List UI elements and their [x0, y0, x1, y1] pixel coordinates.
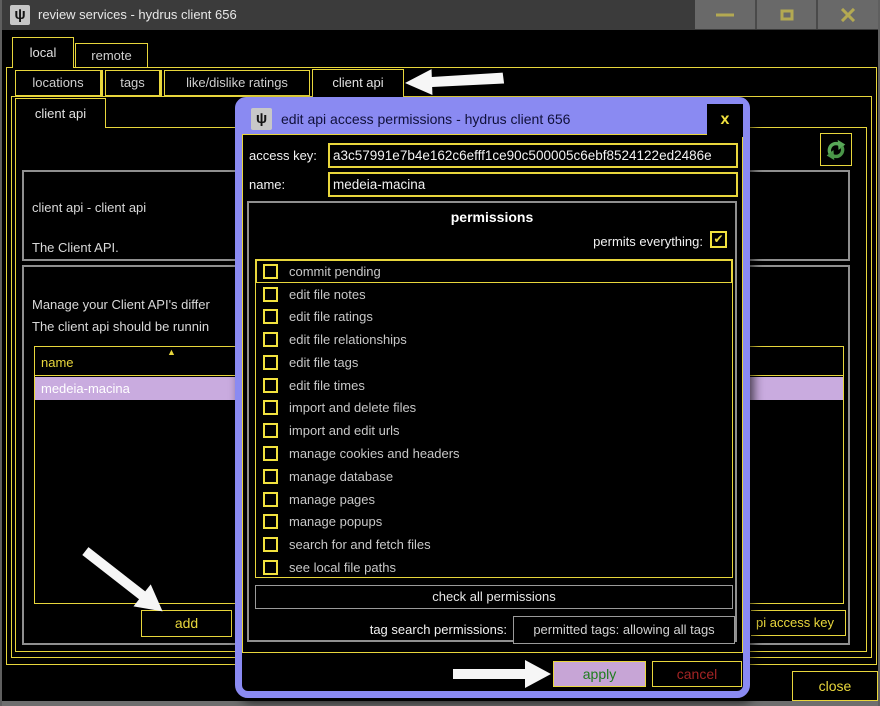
permission-checkbox[interactable]: [263, 423, 278, 438]
manage-text-line2: The client api should be runnin: [32, 319, 209, 334]
dialog-titlebar: ψ edit api access permissions - hydrus c…: [242, 104, 743, 135]
edit-api-access-permissions-dialog: ψ edit api access permissions - hydrus c…: [235, 97, 750, 698]
tab-local[interactable]: local: [12, 37, 74, 68]
close-button[interactable]: close: [792, 671, 878, 701]
dialog-title: edit api access permissions - hydrus cli…: [281, 104, 570, 135]
permission-label: edit file tags: [289, 355, 358, 370]
column-header-label: name: [41, 355, 74, 370]
cancel-button[interactable]: cancel: [652, 661, 742, 687]
refresh-icon: [825, 138, 847, 162]
permission-item[interactable]: edit file notes: [256, 283, 732, 306]
permission-label: manage database: [289, 469, 393, 484]
permission-checkbox[interactable]: [263, 514, 278, 529]
minimize-button[interactable]: [695, 0, 755, 29]
permission-label: see local file paths: [289, 560, 396, 575]
tab-tags[interactable]: tags: [105, 70, 162, 96]
permission-label: edit file times: [289, 378, 365, 393]
permission-checkbox[interactable]: [263, 309, 278, 324]
permissions-group-title: permissions: [249, 209, 735, 225]
permission-checkbox[interactable]: [263, 287, 278, 302]
permissions-group: permissions permits everything: ✔ commit…: [247, 201, 737, 642]
tag-search-permissions-button[interactable]: permitted tags: allowing all tags: [513, 616, 735, 644]
permission-item[interactable]: see local file paths: [256, 556, 732, 578]
window-titlebar: ψ review services - hydrus client 656: [2, 0, 878, 30]
permission-checkbox[interactable]: [263, 378, 278, 393]
apply-button[interactable]: apply: [553, 661, 646, 687]
check-all-permissions-button[interactable]: check all permissions: [255, 585, 733, 609]
tab-remote[interactable]: remote: [75, 43, 148, 68]
permits-everything-checkbox[interactable]: ✔: [710, 231, 727, 248]
permission-label: commit pending: [289, 264, 381, 279]
name-field[interactable]: medeia-macina: [328, 172, 738, 197]
permission-item[interactable]: manage cookies and headers: [256, 442, 732, 465]
hydrus-app-icon: ψ: [251, 108, 272, 130]
window-title: review services - hydrus client 656: [38, 0, 237, 30]
maximize-button[interactable]: [757, 0, 817, 29]
permissions-list: commit pending edit file notes edit file…: [255, 259, 733, 578]
checkmark-icon: ✔: [712, 233, 725, 246]
dialog-content-panel: access key: a3c57991e7b4e162c6efff1ce90c…: [242, 134, 743, 653]
permission-label: manage popups: [289, 514, 382, 529]
access-key-field[interactable]: a3c57991e7b4e162c6efff1ce90c500005c6ebf8…: [328, 143, 738, 168]
permission-item[interactable]: edit file tags: [256, 351, 732, 374]
permission-label: import and edit urls: [289, 423, 400, 438]
permission-label: edit file notes: [289, 287, 366, 302]
minimize-icon: [716, 13, 734, 16]
sort-ascending-icon: ▲: [167, 347, 176, 357]
window-bottom-border: [2, 701, 878, 706]
permission-label: edit file relationships: [289, 332, 407, 347]
permission-checkbox[interactable]: [263, 446, 278, 461]
refresh-button[interactable]: [820, 133, 852, 166]
service-description-text: The Client API.: [32, 240, 119, 255]
access-key-label: access key:: [249, 148, 317, 163]
tab-like-dislike-ratings[interactable]: like/dislike ratings: [164, 70, 310, 96]
permission-checkbox[interactable]: [263, 560, 278, 575]
permission-checkbox[interactable]: [263, 537, 278, 552]
permission-label: edit file ratings: [289, 309, 373, 324]
maximize-icon: [780, 9, 793, 20]
permission-checkbox[interactable]: [263, 492, 278, 507]
name-label: name:: [249, 177, 285, 192]
permission-checkbox[interactable]: [263, 264, 278, 279]
permission-label: import and delete files: [289, 400, 416, 415]
permission-item[interactable]: import and edit urls: [256, 419, 732, 442]
service-name-text: client api - client api: [32, 200, 146, 215]
window-controls: [695, 0, 878, 29]
tab-client-api-service[interactable]: client api: [15, 98, 106, 128]
permission-item[interactable]: search for and fetch files: [256, 533, 732, 556]
api-access-key-button-partial[interactable]: pi access key: [751, 610, 846, 636]
permission-label: manage cookies and headers: [289, 446, 460, 461]
permission-item[interactable]: commit pending: [256, 260, 732, 283]
permission-item[interactable]: import and delete files: [256, 397, 732, 420]
permission-checkbox[interactable]: [263, 469, 278, 484]
permits-everything-label: permits everything:: [593, 234, 703, 249]
permission-item[interactable]: manage database: [256, 465, 732, 488]
permission-checkbox[interactable]: [263, 355, 278, 370]
hydrus-app-icon: ψ: [10, 5, 30, 25]
permission-item[interactable]: edit file ratings: [256, 306, 732, 329]
permission-label: search for and fetch files: [289, 537, 431, 552]
manage-text-line1: Manage your Client API's differ: [32, 297, 210, 312]
dialog-close-button[interactable]: x: [707, 104, 743, 137]
tab-locations[interactable]: locations: [15, 70, 103, 96]
permission-item[interactable]: edit file relationships: [256, 328, 732, 351]
add-button[interactable]: add: [141, 610, 232, 637]
permission-item[interactable]: edit file times: [256, 374, 732, 397]
permission-checkbox[interactable]: [263, 400, 278, 415]
close-window-button[interactable]: [818, 0, 878, 29]
permission-item[interactable]: manage popups: [256, 510, 732, 533]
permission-checkbox[interactable]: [263, 332, 278, 347]
permission-item[interactable]: manage pages: [256, 488, 732, 511]
tag-search-permissions-label: tag search permissions:: [249, 622, 507, 637]
review-services-window: ψ review services - hydrus client 656 lo…: [0, 0, 880, 706]
permission-label: manage pages: [289, 492, 375, 507]
tab-client-api[interactable]: client api: [312, 69, 404, 97]
